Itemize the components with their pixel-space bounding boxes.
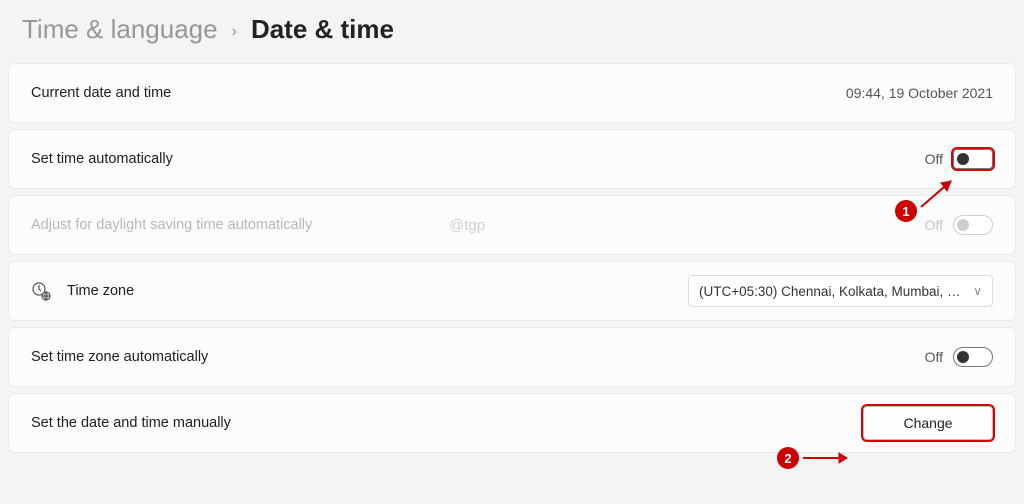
select-value: (UTC+05:30) Chennai, Kolkata, Mumbai, Ne… (699, 284, 965, 299)
clock-globe-icon (31, 281, 51, 301)
toggle-state-text: Off (925, 151, 943, 167)
chevron-down-icon: ∨ (973, 284, 982, 298)
row-label: Current date and time (31, 85, 846, 101)
row-label: Time zone (67, 283, 688, 299)
row-label: Set time automatically (31, 151, 925, 167)
toggle-set-tz-auto[interactable] (953, 347, 993, 367)
change-button[interactable]: Change (863, 406, 993, 440)
toggle-dst-auto (953, 215, 993, 235)
toggle-state-text: Off (925, 349, 943, 365)
row-label: Set the date and time manually (31, 415, 863, 431)
breadcrumb-parent[interactable]: Time & language (22, 14, 218, 45)
row-set-manual: Set the date and time manually Change (8, 393, 1016, 453)
row-label: Set time zone automatically (31, 349, 925, 365)
row-set-tz-auto: Set time zone automatically Off (8, 327, 1016, 387)
watermark: @tgp (449, 217, 485, 234)
row-timezone: Time zone (UTC+05:30) Chennai, Kolkata, … (8, 261, 1016, 321)
current-datetime-value: 09:44, 19 October 2021 (846, 85, 993, 101)
breadcrumb: Time & language › Date & time (8, 0, 1016, 63)
row-current-datetime: Current date and time 09:44, 19 October … (8, 63, 1016, 123)
breadcrumb-current: Date & time (251, 14, 394, 45)
toggle-state-text: Off (925, 217, 943, 233)
timezone-select[interactable]: (UTC+05:30) Chennai, Kolkata, Mumbai, Ne… (688, 275, 993, 307)
row-dst-auto: Adjust for daylight saving time automati… (8, 195, 1016, 255)
row-set-time-auto: Set time automatically Off (8, 129, 1016, 189)
toggle-set-time-auto[interactable] (953, 149, 993, 169)
chevron-right-icon: › (232, 23, 237, 41)
